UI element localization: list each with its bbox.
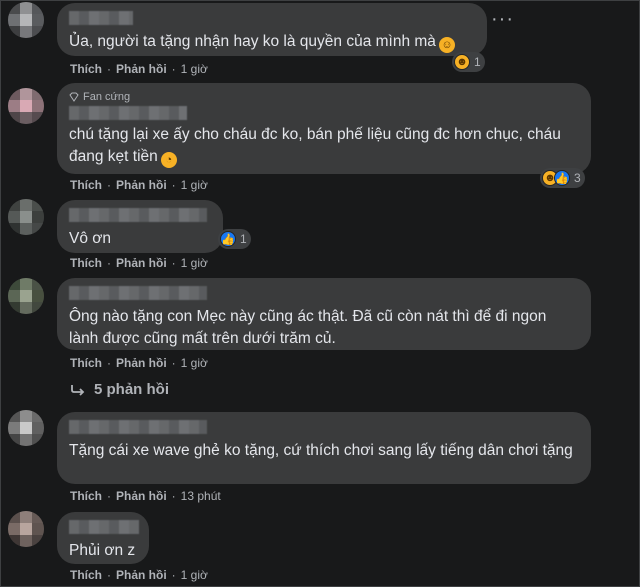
separator: · [107, 178, 111, 192]
comment-bubble: Phủi ơn z [57, 512, 149, 564]
reaction-count: 1 [240, 232, 247, 246]
comment-actions: Thích · Phản hồi · 1 giờ [70, 568, 208, 582]
separator: · [171, 489, 176, 503]
separator: · [171, 256, 176, 270]
timestamp[interactable]: 1 giờ [181, 568, 208, 582]
avatar[interactable] [8, 410, 44, 446]
thinking-emoji-icon: ◔ [160, 152, 177, 168]
avatar[interactable] [8, 2, 44, 38]
timestamp[interactable]: 1 giờ [181, 356, 208, 370]
haha-reaction-icon: ☻ [454, 54, 470, 70]
view-replies-link[interactable]: 5 phản hồi [70, 381, 169, 398]
avatar[interactable] [8, 278, 44, 314]
separator: · [107, 356, 111, 370]
comment-bubble: Ủa, người ta tặng nhận hay ko là quyền c… [57, 3, 487, 56]
comment-bubble: Tặng cái xe wave ghẻ ko tặng, cứ thích c… [57, 412, 591, 484]
separator: · [171, 356, 176, 370]
avatar[interactable] [8, 199, 44, 235]
reply-link[interactable]: Phản hồi [116, 62, 167, 76]
author-name[interactable] [69, 286, 207, 300]
author-name[interactable] [69, 520, 139, 534]
like-link[interactable]: Thích [70, 356, 102, 370]
like-reaction-icon: 👍 [220, 231, 236, 247]
reply-link[interactable]: Phản hồi [116, 356, 167, 370]
author-name[interactable] [69, 106, 187, 120]
author-name[interactable] [69, 420, 207, 434]
reaction-count: 3 [574, 171, 581, 185]
like-link[interactable]: Thích [70, 178, 102, 192]
separator: · [107, 62, 111, 76]
separator: · [171, 178, 176, 192]
separator: · [107, 256, 111, 270]
like-link[interactable]: Thích [70, 62, 102, 76]
timestamp[interactable]: 1 giờ [181, 62, 208, 76]
like-link[interactable]: Thích [70, 256, 102, 270]
reply-link[interactable]: Phản hồi [116, 256, 167, 270]
author-name[interactable] [69, 11, 133, 25]
comment-text: Tặng cái xe wave ghẻ ko tặng, cứ thích c… [69, 442, 573, 459]
comment-actions: Thích · Phản hồi · 1 giờ [70, 256, 208, 270]
comment-actions: Thích · Phản hồi · 13 phút [70, 489, 221, 503]
comment-text: Vô ơn [69, 230, 112, 247]
reaction-summary[interactable]: ☻ 👍 3 [540, 168, 585, 188]
comment-actions: Thích · Phản hồi · 1 giờ [70, 356, 208, 370]
comment-bubble: Fan cứng chú tặng lại xe ấy cho cháu đc … [57, 83, 591, 174]
reply-link[interactable]: Phản hồi [116, 489, 167, 503]
more-options-icon[interactable]: ··· [491, 8, 514, 31]
timestamp[interactable]: 1 giờ [181, 256, 208, 270]
comment-actions: Thích · Phản hồi · 1 giờ [70, 62, 208, 76]
reply-link[interactable]: Phản hồi [116, 178, 167, 192]
separator: · [171, 568, 176, 582]
separator: · [107, 489, 111, 503]
timestamp[interactable]: 1 giờ [181, 178, 208, 192]
reaction-summary[interactable]: 👍 1 [218, 229, 251, 249]
like-link[interactable]: Thích [70, 568, 102, 582]
fan-badge-label: Fan cứng [83, 91, 131, 103]
view-replies-label: 5 phản hồi [94, 381, 169, 398]
avatar[interactable] [8, 88, 44, 124]
avatar[interactable] [8, 511, 44, 547]
like-link[interactable]: Thích [70, 489, 102, 503]
comment-bubble: Vô ơn [57, 200, 223, 253]
comment-text: Ông nào tặng con Mẹc này cũng ác thật. Đ… [69, 308, 551, 347]
timestamp[interactable]: 13 phút [181, 489, 221, 503]
comment-text: chú tặng lại xe ấy cho cháu đc ko, bán p… [69, 126, 566, 165]
comment-actions: Thích · Phản hồi · 1 giờ [70, 178, 208, 192]
reply-arrow-icon [71, 384, 85, 396]
reply-link[interactable]: Phản hồi [116, 568, 167, 582]
separator: · [171, 62, 176, 76]
reaction-summary[interactable]: ☻ 1 [452, 52, 485, 72]
laughing-emoji-icon: ☺ [438, 37, 455, 53]
comment-text: Phủi ơn z [69, 542, 136, 559]
like-reaction-icon: 👍 [554, 170, 570, 186]
diamond-icon [69, 92, 79, 102]
reaction-count: 1 [474, 55, 481, 69]
separator: · [107, 568, 111, 582]
fan-badge[interactable]: Fan cứng [69, 91, 579, 103]
comment-bubble: Ông nào tặng con Mẹc này cũng ác thật. Đ… [57, 278, 591, 350]
author-name[interactable] [69, 208, 207, 222]
comment-text: Ủa, người ta tặng nhận hay ko là quyền c… [69, 33, 436, 50]
